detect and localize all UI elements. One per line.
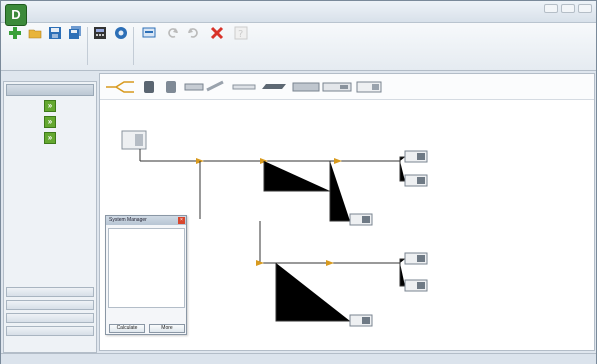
wizard-step-panel: » » »	[3, 81, 97, 353]
save-project-button[interactable]	[45, 26, 65, 42]
step-indoor-unit-selection[interactable]: »	[4, 100, 96, 112]
wizard-header	[6, 84, 94, 96]
bottom-nav-button-1[interactable]	[6, 287, 94, 297]
system-manager-dialog[interactable]: System Manager × Calculate More	[105, 215, 187, 335]
system-manager-icon	[114, 26, 128, 40]
save-icon	[48, 26, 62, 40]
next-button[interactable]	[183, 26, 203, 42]
more-button[interactable]: More	[149, 324, 185, 333]
tab-home[interactable]	[31, 14, 59, 23]
close-button[interactable]	[578, 4, 592, 13]
duct-unit-part[interactable]	[184, 80, 204, 96]
bottom-nav-button-4[interactable]	[6, 326, 94, 336]
slim-duct-part[interactable]	[322, 80, 352, 96]
open-folder-icon	[28, 26, 42, 40]
indoor-unit[interactable]	[404, 174, 428, 187]
previous-icon	[166, 26, 180, 40]
indoor-unit[interactable]	[349, 213, 373, 226]
language-icon	[142, 26, 156, 40]
next-icon	[186, 26, 200, 40]
svg-text:?: ?	[238, 29, 243, 40]
close-icon[interactable]: ×	[178, 217, 185, 224]
cassette-unit-part[interactable]	[164, 80, 178, 96]
ribbon-toolbar: ?	[1, 23, 596, 71]
chevron-right-icon: »	[44, 100, 56, 112]
dialog-title: System Manager	[109, 217, 147, 223]
new-project-icon	[8, 26, 22, 40]
title-bar: D	[1, 1, 596, 26]
minimize-button[interactable]	[544, 4, 558, 13]
application-window: D ? » » » System Manager × Calculate Mor…	[0, 0, 597, 364]
calculate-dialog-button[interactable]: Calculate	[109, 324, 145, 333]
dialog-title-bar[interactable]: System Manager ×	[106, 216, 186, 225]
parts-palette	[100, 74, 594, 100]
maximize-button[interactable]	[561, 4, 575, 13]
chevron-right-icon: »	[44, 116, 56, 128]
help-icon: ?	[234, 26, 248, 40]
console-unit-part[interactable]	[292, 80, 320, 96]
outdoor-unit-part[interactable]	[356, 80, 382, 96]
outdoor-unit[interactable]	[121, 130, 147, 150]
open-project-button[interactable]	[25, 26, 45, 42]
save-as-button[interactable]	[65, 26, 85, 42]
indoor-unit[interactable]	[404, 279, 428, 292]
bottom-nav-button-2[interactable]	[6, 300, 94, 310]
status-bar	[1, 353, 596, 364]
toolbar-separator	[133, 27, 134, 65]
previous-button[interactable]	[163, 26, 183, 42]
chevron-right-icon: »	[44, 132, 56, 144]
branch-joint-part[interactable]	[106, 80, 134, 96]
system-manager-button[interactable]	[111, 26, 131, 42]
ceiling-unit-part[interactable]	[232, 80, 256, 96]
system-tree[interactable]	[108, 228, 185, 308]
calculator-icon	[93, 26, 107, 40]
exit-button[interactable]	[207, 26, 227, 42]
language-button[interactable]	[139, 26, 159, 42]
floor-unit-part[interactable]	[260, 80, 288, 96]
exit-icon	[210, 26, 224, 40]
header-pipe-part[interactable]	[142, 80, 156, 96]
toolbar-separator	[87, 27, 88, 65]
calculate-button[interactable]	[90, 26, 110, 42]
step-selection-method[interactable]: »	[4, 132, 96, 144]
wall-unit-part[interactable]	[206, 80, 226, 96]
new-project-button[interactable]	[5, 26, 25, 42]
indoor-unit[interactable]	[404, 150, 428, 163]
save-as-icon	[68, 26, 82, 40]
bottom-nav-button-3[interactable]	[6, 313, 94, 323]
app-logo-icon[interactable]: D	[5, 4, 27, 26]
help-button[interactable]: ?	[231, 26, 251, 42]
indoor-unit[interactable]	[404, 252, 428, 265]
indoor-unit[interactable]	[349, 314, 373, 327]
step-outdoor-unit-selection[interactable]: »	[4, 116, 96, 128]
